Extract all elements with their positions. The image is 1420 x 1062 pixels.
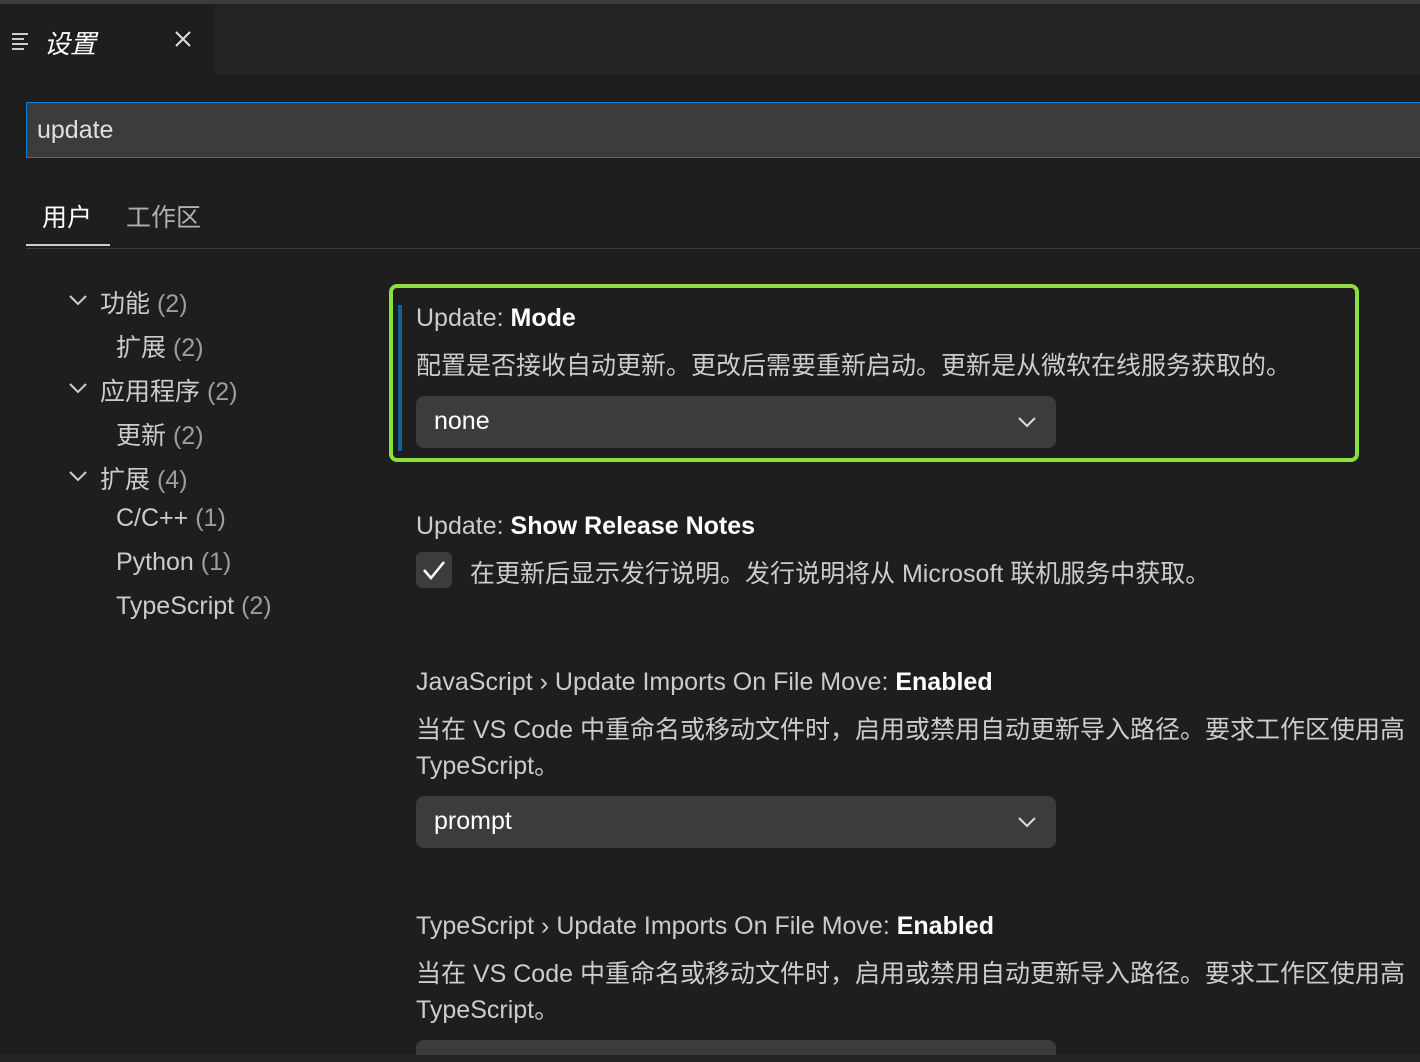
toc-item-extensions[interactable]: 扩展 (4): [100, 460, 188, 496]
chevron-down-icon: [1018, 417, 1036, 428]
setting-description-js-update-imports: 当在 VS Code 中重命名或移动文件时，启用或禁用自动更新导入路径。要求工作…: [416, 716, 1405, 744]
editor-tab-bar: 设置: [0, 4, 1420, 74]
chevron-down-icon[interactable]: [68, 290, 88, 310]
settings-editor-tab[interactable]: 设置: [0, 4, 215, 74]
setting-description-ts-update-imports: 当在 VS Code 中重命名或移动文件时，启用或禁用自动更新导入路径。要求工作…: [416, 960, 1405, 988]
toc-item-features-extensions[interactable]: 扩展 (2): [116, 328, 204, 364]
chevron-down-icon[interactable]: [68, 466, 88, 486]
show-release-notes-checkbox[interactable]: [416, 552, 452, 588]
toc-item-features[interactable]: 功能 (2): [100, 284, 188, 320]
toc-item-cpp[interactable]: C/C++ (1): [116, 504, 226, 533]
setting-description-js-update-imports-2: TypeScript。: [416, 752, 560, 780]
dropdown-value: prompt: [434, 807, 512, 835]
toc-item-typescript[interactable]: TypeScript (2): [116, 592, 272, 621]
setting-title-update-mode: Update: Mode: [416, 304, 576, 332]
close-icon[interactable]: [172, 28, 194, 50]
setting-title-js-update-imports: JavaScript › Update Imports On File Move…: [416, 668, 993, 696]
settings-search-input[interactable]: [26, 102, 1420, 158]
focused-setting-indicator: [398, 305, 402, 451]
update-mode-dropdown[interactable]: none: [416, 396, 1056, 448]
setting-title-show-release-notes: Update: Show Release Notes: [416, 512, 756, 540]
toc-item-application[interactable]: 应用程序 (2): [100, 372, 238, 408]
tab-user[interactable]: 用户: [42, 198, 92, 234]
setting-title-ts-update-imports: TypeScript › Update Imports On File Move…: [416, 912, 994, 940]
setting-description-ts-update-imports-2: TypeScript。: [416, 996, 560, 1024]
chevron-down-icon[interactable]: [68, 378, 88, 398]
toc-item-python[interactable]: Python (1): [116, 548, 231, 577]
tab-title: 设置: [44, 29, 97, 59]
setting-description-update-mode: 配置是否接收自动更新。更改后需要重新启动。更新是从微软在线服务获取的。: [416, 352, 1292, 380]
chevron-down-icon: [1018, 817, 1036, 828]
setting-description-show-release-notes: 在更新后显示发行说明。发行说明将从 Microsoft 联机服务中获取。: [470, 560, 1211, 588]
checkmark-icon: [423, 561, 445, 580]
js-update-imports-dropdown[interactable]: prompt: [416, 796, 1056, 848]
window-bottom-border: [0, 1055, 1420, 1062]
dropdown-value: none: [434, 407, 490, 435]
toc-item-update[interactable]: 更新 (2): [116, 416, 204, 452]
list-icon: [12, 33, 28, 50]
active-tab-indicator: [26, 244, 110, 246]
tab-workspace[interactable]: 工作区: [126, 198, 201, 234]
settings-scope-tabs: 用户 工作区: [26, 180, 1420, 249]
